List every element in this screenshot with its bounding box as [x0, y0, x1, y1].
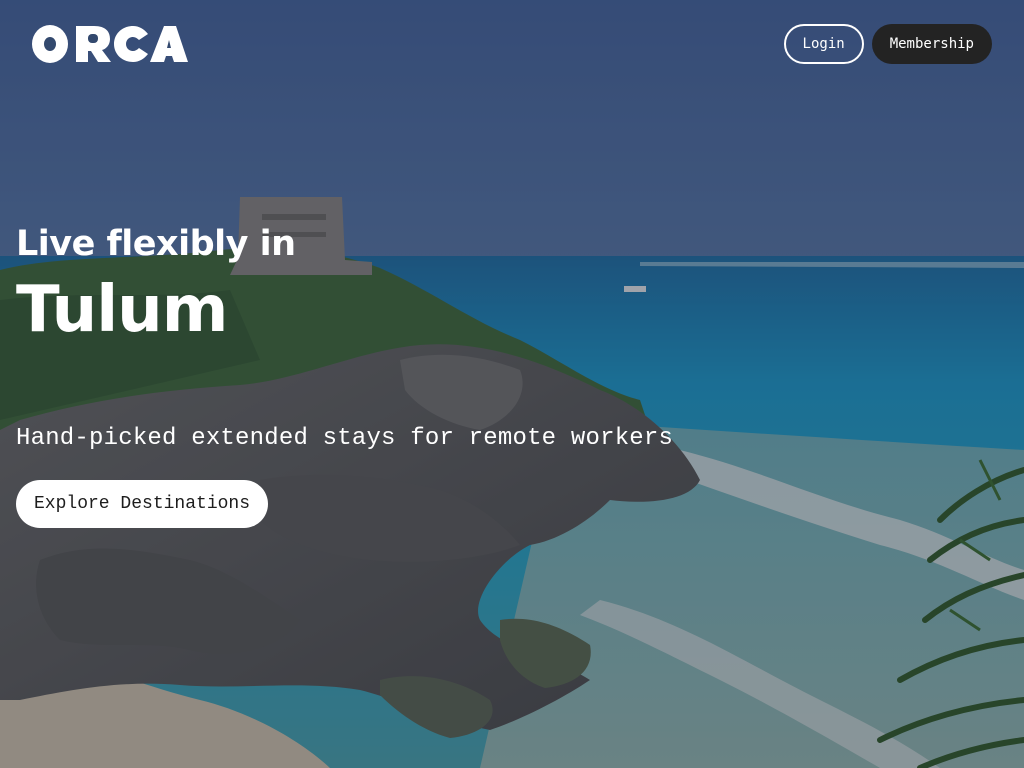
explore-destinations-button[interactable]: Explore Destinations [16, 480, 269, 528]
hero-lead-text: Live flexibly in [16, 224, 296, 264]
hero-background-image [0, 0, 1024, 768]
membership-button[interactable]: Membership [871, 24, 992, 64]
hero-city-title: Tulum [16, 273, 228, 347]
hero-tagline: Hand-picked extended stays for remote wo… [16, 425, 674, 452]
login-button[interactable]: Login [783, 24, 864, 64]
header-actions: Login Membership [783, 24, 992, 64]
orca-logo[interactable] [30, 22, 190, 66]
